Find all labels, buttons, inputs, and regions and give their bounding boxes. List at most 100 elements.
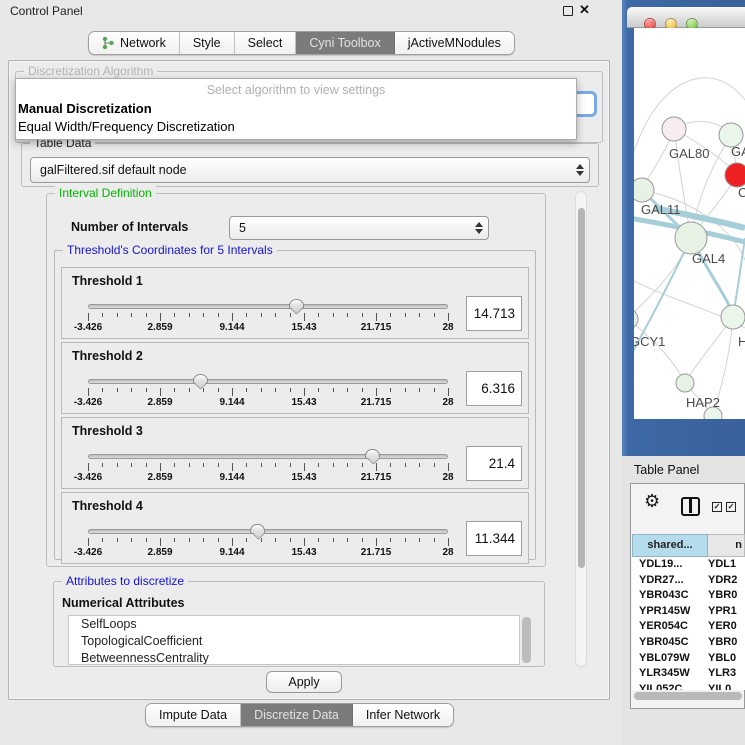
threshold-2-value-field[interactable]: 6.316	[466, 371, 522, 406]
gear-icon[interactable]: ⚙	[644, 491, 660, 512]
tab-style[interactable]: Style	[180, 32, 235, 54]
slider-thumb[interactable]	[289, 299, 304, 309]
group-label: Discretization Algorithm	[24, 64, 157, 78]
column-header-shared-name[interactable]: shared...	[632, 534, 708, 557]
threshold-1-slider[interactable]: -3.4262.8599.14415.4321.71528	[88, 300, 448, 338]
threshold-label: Threshold 3	[72, 424, 143, 438]
slider-tick	[218, 388, 219, 392]
table-horizontal-scrollbar[interactable]	[633, 690, 744, 701]
network-canvas[interactable]: GAL80 GA C GAL11 GAL4 GCY1 H HAP2	[634, 28, 745, 419]
node-selected-red[interactable]	[725, 163, 745, 187]
split-columns-icon[interactable]	[681, 497, 700, 516]
threshold-3-slider[interactable]: -3.4262.8599.14415.4321.71528	[88, 450, 448, 488]
slider-tick	[333, 388, 334, 392]
tab-network[interactable]: Network	[89, 32, 180, 54]
attribute-item[interactable]: BetweennessCentrality	[69, 650, 519, 665]
node-table-panel: ⚙ ✓ ✓ shared... n YDL19...YDL1YDR27...YD…	[630, 483, 745, 709]
table-cell: YDR27...	[632, 573, 708, 589]
table-row[interactable]: YIL052CYIL0	[632, 682, 745, 690]
network-nodes[interactable]	[634, 117, 745, 419]
slider-tick	[246, 538, 247, 542]
slider-tick	[275, 313, 276, 317]
slider-thumb[interactable]	[365, 449, 380, 459]
stepper-icon	[474, 221, 483, 235]
slider-tick	[189, 538, 190, 542]
attributes-list-scrollbar[interactable]	[522, 617, 531, 663]
attributes-list[interactable]: SelfLoopsTopologicalCoefficientBetweenne…	[68, 615, 520, 665]
slider-thumb[interactable]	[250, 524, 265, 534]
node-gal4[interactable]	[675, 222, 707, 254]
scrollbar-thumb[interactable]	[578, 208, 585, 568]
tab-select[interactable]: Select	[235, 32, 297, 54]
interval-definition-group: Interval Definition Number of Intervals …	[46, 193, 546, 567]
slider-track[interactable]	[88, 454, 448, 459]
slider-tick	[362, 463, 363, 467]
tick-label: 21.715	[361, 322, 392, 333]
threshold-1-value-field[interactable]: 14.713	[466, 296, 522, 331]
slider-track[interactable]	[88, 529, 448, 534]
tab-label: Infer Network	[366, 708, 440, 722]
table-cell: YPR145W	[632, 604, 708, 620]
slider-track[interactable]	[88, 379, 448, 384]
stepper-icon	[575, 163, 584, 177]
num-intervals-combobox[interactable]: 5	[229, 216, 489, 240]
apply-button[interactable]: Apply	[266, 671, 342, 693]
float-window-icon[interactable]	[563, 6, 573, 16]
threshold-3-value-field[interactable]: 21.4	[466, 446, 522, 481]
node-gal11[interactable]	[634, 178, 654, 202]
attribute-item[interactable]: TopologicalCoefficient	[69, 633, 519, 650]
group-label: Interval Definition	[55, 186, 156, 200]
table-row[interactable]: YBL079WYBL0	[632, 651, 745, 667]
table-row[interactable]: YLR345WYLR3	[632, 666, 745, 682]
table-cell: YBL0	[708, 651, 745, 667]
control-panel-titlebar: Control Panel ✕	[0, 0, 622, 24]
node-gal80[interactable]	[662, 117, 686, 141]
table-row[interactable]: YPR145WYPR1	[632, 604, 745, 620]
tab-impute-data[interactable]: Impute Data	[146, 704, 241, 726]
cyni-toolbox-panel: Discretization Algorithm Select algorith…	[8, 60, 610, 700]
slider-tick	[117, 313, 118, 317]
slider-tick	[174, 313, 175, 317]
attribute-item[interactable]: SelfLoops	[69, 616, 519, 633]
slider-tick	[405, 538, 406, 542]
table-data-combobox[interactable]: galFiltered.sif default node	[30, 157, 590, 183]
close-icon[interactable]: ✕	[579, 2, 590, 18]
table-body[interactable]: YDL19...YDL1YDR27...YDR2YBR043CYBR0YPR14…	[632, 557, 745, 690]
node-hap2[interactable]	[676, 374, 694, 392]
menu-item-manual-discretization[interactable]: Manual Discretization	[18, 101, 152, 116]
select-none-checkbox-icon[interactable]: ✓	[726, 502, 736, 512]
slider-tick	[275, 388, 276, 392]
tab-infer-network[interactable]: Infer Network	[353, 704, 453, 726]
control-panel-tabs: Network Style Select Cyni Toolbox jActiv…	[88, 31, 515, 55]
slider-thumb[interactable]	[193, 374, 208, 384]
tab-cyni-toolbox[interactable]: Cyni Toolbox	[296, 32, 394, 54]
menu-item-equal-width-frequency[interactable]: Equal Width/Frequency Discretization	[18, 119, 235, 134]
node-h[interactable]	[721, 305, 745, 329]
slider-tick	[246, 388, 247, 392]
table-row[interactable]: YDL19...YDL1	[632, 557, 745, 573]
select-all-checkbox-icon[interactable]: ✓	[712, 502, 722, 512]
table-row[interactable]: YDR27...YDR2	[632, 573, 745, 589]
table-row[interactable]: YBR043CYBR0	[632, 588, 745, 604]
slider-tick	[174, 538, 175, 542]
column-header-name[interactable]: n	[708, 534, 745, 557]
slider-track[interactable]	[88, 304, 448, 309]
table-row[interactable]: YBR045CYBR0	[632, 635, 745, 651]
tab-jactivemnodules[interactable]: jActiveMNodules	[395, 32, 514, 54]
threshold-4-slider[interactable]: -3.4262.8599.14415.4321.71528	[88, 525, 448, 563]
tick-label: 28	[442, 472, 453, 483]
threshold-2-slider[interactable]: -3.4262.8599.14415.4321.71528	[88, 375, 448, 413]
table-row[interactable]: YER054CYER0	[632, 619, 745, 635]
tick-label: 2.859	[147, 547, 172, 558]
threshold-4-value-field[interactable]: 11.344	[466, 521, 522, 556]
panel-scrollbar[interactable]	[575, 191, 587, 667]
tick-label: 15.43	[291, 397, 316, 408]
scrollbar-thumb[interactable]	[634, 692, 742, 700]
slider-tick	[434, 388, 435, 392]
slider-ticks	[88, 463, 448, 471]
slider-tick	[131, 463, 132, 467]
slider-tick	[318, 538, 319, 542]
table-header-row: shared... n	[632, 534, 745, 557]
tab-discretize-data[interactable]: Discretize Data	[241, 704, 353, 726]
tab-label: Discretize Data	[254, 708, 339, 722]
